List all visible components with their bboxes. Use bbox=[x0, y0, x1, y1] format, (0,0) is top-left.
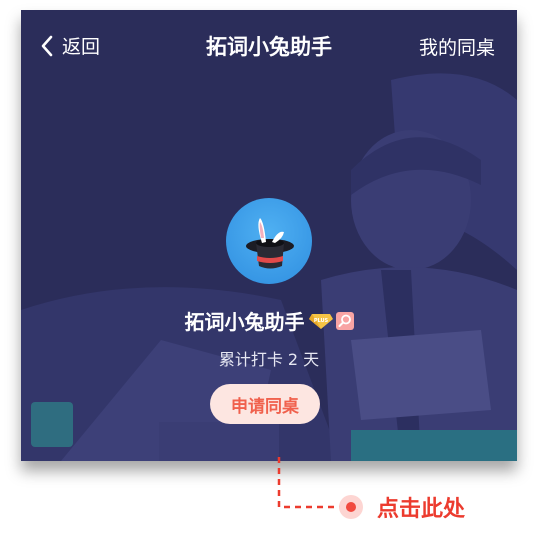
hint-dot-icon bbox=[339, 495, 363, 519]
badge-plus-text: PLUS bbox=[313, 318, 328, 324]
my-partner-link[interactable]: 我的同桌 bbox=[419, 33, 495, 60]
checkin-days: 累计打卡 2 天 bbox=[218, 350, 320, 369]
partner-page: 返回 拓词小兔助手 我的同桌 拓词小兔助手 PLUS 累计打卡 2 天 申请同桌 bbox=[21, 10, 517, 461]
hint-label: 点击此处 bbox=[377, 497, 466, 522]
magic-hat-rabbit-icon bbox=[246, 218, 294, 269]
avatar bbox=[226, 198, 312, 284]
nav-bar: 返回 拓词小兔助手 我的同桌 bbox=[21, 10, 517, 82]
search-badge-icon bbox=[335, 311, 354, 330]
apply-partner-button[interactable]: 申请同桌 bbox=[210, 384, 320, 424]
profile-name-row: 拓词小兔助手 PLUS bbox=[21, 306, 517, 335]
profile-name: 拓词小兔助手 bbox=[184, 310, 305, 334]
plus-diamond-badge-icon: PLUS bbox=[308, 313, 333, 329]
